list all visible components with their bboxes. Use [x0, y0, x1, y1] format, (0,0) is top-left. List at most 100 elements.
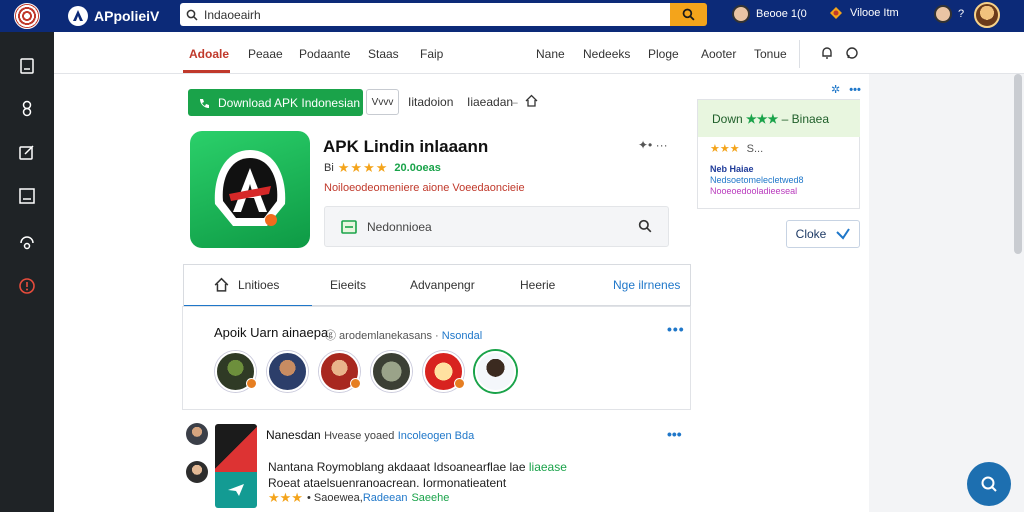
badge-icon [246, 378, 257, 389]
side-line-2[interactable]: Nedsoetomelecletwed8 [710, 175, 804, 185]
download-banner[interactable]: Down ★★★ – Binaea [698, 100, 860, 137]
more-options-icon[interactable]: ••• [667, 426, 682, 442]
rating-text: • Saoewea, [306, 492, 363, 504]
scrollbar[interactable] [1014, 74, 1022, 254]
app-search-box[interactable] [324, 206, 669, 247]
download-apk-label: Download APK Indonesian [218, 95, 361, 110]
post-author[interactable]: Nanesdan [266, 428, 321, 442]
post-thumbnail[interactable] [215, 424, 257, 508]
nav-divider [799, 40, 800, 68]
search-icon[interactable] [638, 219, 652, 233]
app-title: APK Lindin inlaaann [323, 137, 489, 156]
tab-nge-ilrnenes[interactable]: Nge ilrnenes [613, 278, 680, 292]
logo-text: APpolieiV [94, 8, 160, 24]
profile-avatar[interactable] [974, 2, 1000, 28]
card-subtitle-text: ⓖ arodemlanekasans · [325, 330, 439, 342]
card-link[interactable]: Nsondal [442, 330, 482, 342]
rating-link[interactable]: Radeean [363, 492, 408, 504]
nav-item-3[interactable]: Podaante [299, 47, 350, 61]
card-subtitle: ⓖ arodemlanekasans · Nsondal [325, 327, 482, 343]
avatar[interactable] [319, 351, 361, 392]
content-tabs: Lnitioes Eieeits Advanpengr Heerie Nge i… [183, 264, 691, 307]
check-icon [836, 228, 851, 240]
user-menu-1[interactable]: Beooe 1(0 [732, 5, 807, 23]
more-options-icon[interactable]: ••• [849, 84, 861, 96]
star-rating-icon: ★★★ [710, 143, 740, 155]
app-search-input[interactable] [367, 219, 637, 234]
home-icon[interactable] [525, 94, 538, 107]
user-name: Beooe 1(0 [756, 8, 807, 20]
globe-icon[interactable] [14, 3, 40, 29]
close-button[interactable]: Cloke [786, 220, 860, 248]
headset-icon[interactable] [17, 232, 37, 252]
side-rating: ★★★ S... [710, 142, 763, 155]
chat-icon[interactable] [845, 46, 859, 60]
breadcrumb-2[interactable]: Iiaeadan [467, 95, 513, 109]
account-menu[interactable]: ? [934, 5, 964, 23]
alert-icon[interactable] [17, 276, 37, 296]
document-icon[interactable] [17, 56, 37, 76]
help-icon [981, 476, 997, 492]
nav-item-home[interactable]: Adoale [189, 47, 229, 61]
global-search-box[interactable] [180, 3, 670, 26]
avatar[interactable] [267, 351, 308, 392]
nav-item-8[interactable]: Ploge [648, 47, 679, 61]
avatar[interactable] [475, 351, 516, 392]
nav-item-5[interactable]: Faip [420, 47, 443, 61]
side-line-1[interactable]: Neb Haiae [710, 164, 754, 174]
tab-heerie[interactable]: Heerie [520, 278, 555, 292]
user-icon[interactable] [17, 98, 37, 118]
breadcrumb-1[interactable]: Iitadoion [408, 95, 453, 109]
post-text-line-2: Roeat ataelsuenranoacrean. Iormonatieate… [268, 476, 507, 490]
help-fab-button[interactable] [967, 462, 1011, 506]
tab-advanpengr[interactable]: Advanpengr [410, 278, 475, 292]
nav-item-10[interactable]: Tonue [754, 47, 787, 61]
badge-icon [350, 378, 361, 389]
right-sidebar [869, 74, 1024, 512]
app-icon [190, 131, 310, 248]
side-tools: ✲ ••• [831, 83, 861, 96]
app-more-actions[interactable]: ✦• ··· [638, 138, 668, 152]
avatar[interactable] [215, 351, 257, 392]
avatar[interactable] [371, 351, 412, 392]
post-tag[interactable]: Incoleogen Bda [398, 430, 474, 442]
rating-green[interactable]: Saeehe [411, 492, 449, 504]
post-highlight[interactable]: liaease [529, 460, 567, 474]
post-text: Nantana Roymoblang akdaaat Idsoanearflae… [268, 460, 526, 474]
download-banner-stars: ★★★ [746, 112, 779, 126]
user-menu-2[interactable]: Vilooe Itm [828, 5, 899, 21]
avatar [934, 5, 952, 23]
search-button[interactable] [670, 3, 707, 26]
send-icon [228, 484, 244, 496]
site-logo[interactable]: APpolieiV [68, 6, 188, 26]
badge-icon [454, 378, 465, 389]
nav-item-9[interactable]: Aooter [701, 47, 736, 61]
search-input[interactable] [204, 7, 644, 22]
share-icon[interactable]: ✲ [831, 84, 840, 96]
dropdown-button[interactable]: Vvvv [366, 89, 399, 115]
side-line-3[interactable]: Nooeoedooladieeseal [710, 186, 797, 196]
home-icon [214, 277, 229, 292]
star-rating-icon: ★★★★ [337, 160, 389, 175]
nav-item-2[interactable]: Peaae [248, 47, 283, 61]
nav-item-6[interactable]: Nane [536, 47, 565, 61]
puzzle-icon [830, 7, 842, 19]
nav-item-4[interactable]: Staas [368, 47, 399, 61]
post-meta: Hvease yoaed [324, 430, 395, 442]
avatar[interactable] [186, 423, 208, 445]
avatar[interactable] [423, 351, 465, 392]
post-rating: ★★★ • Saoewea, Radeean Saeehe [268, 490, 449, 506]
more-options-icon[interactable]: ••• [667, 321, 685, 337]
edit-icon[interactable] [17, 142, 37, 162]
tab-eieeits[interactable]: Eieeits [330, 278, 366, 292]
breadcrumb-separator: – [511, 95, 518, 109]
download-apk-button[interactable]: Download APK Indonesian [188, 89, 363, 116]
rating-count: 20.0oeas [394, 162, 441, 174]
tab-lnitioes[interactable]: Lnitioes [238, 278, 279, 292]
logo-icon [68, 6, 88, 26]
image-icon[interactable] [17, 186, 37, 206]
nav-item-7[interactable]: Nedeeks [583, 47, 630, 61]
bell-icon[interactable] [820, 46, 834, 60]
rating-prefix: Bi [324, 162, 334, 174]
avatar[interactable] [186, 461, 208, 483]
